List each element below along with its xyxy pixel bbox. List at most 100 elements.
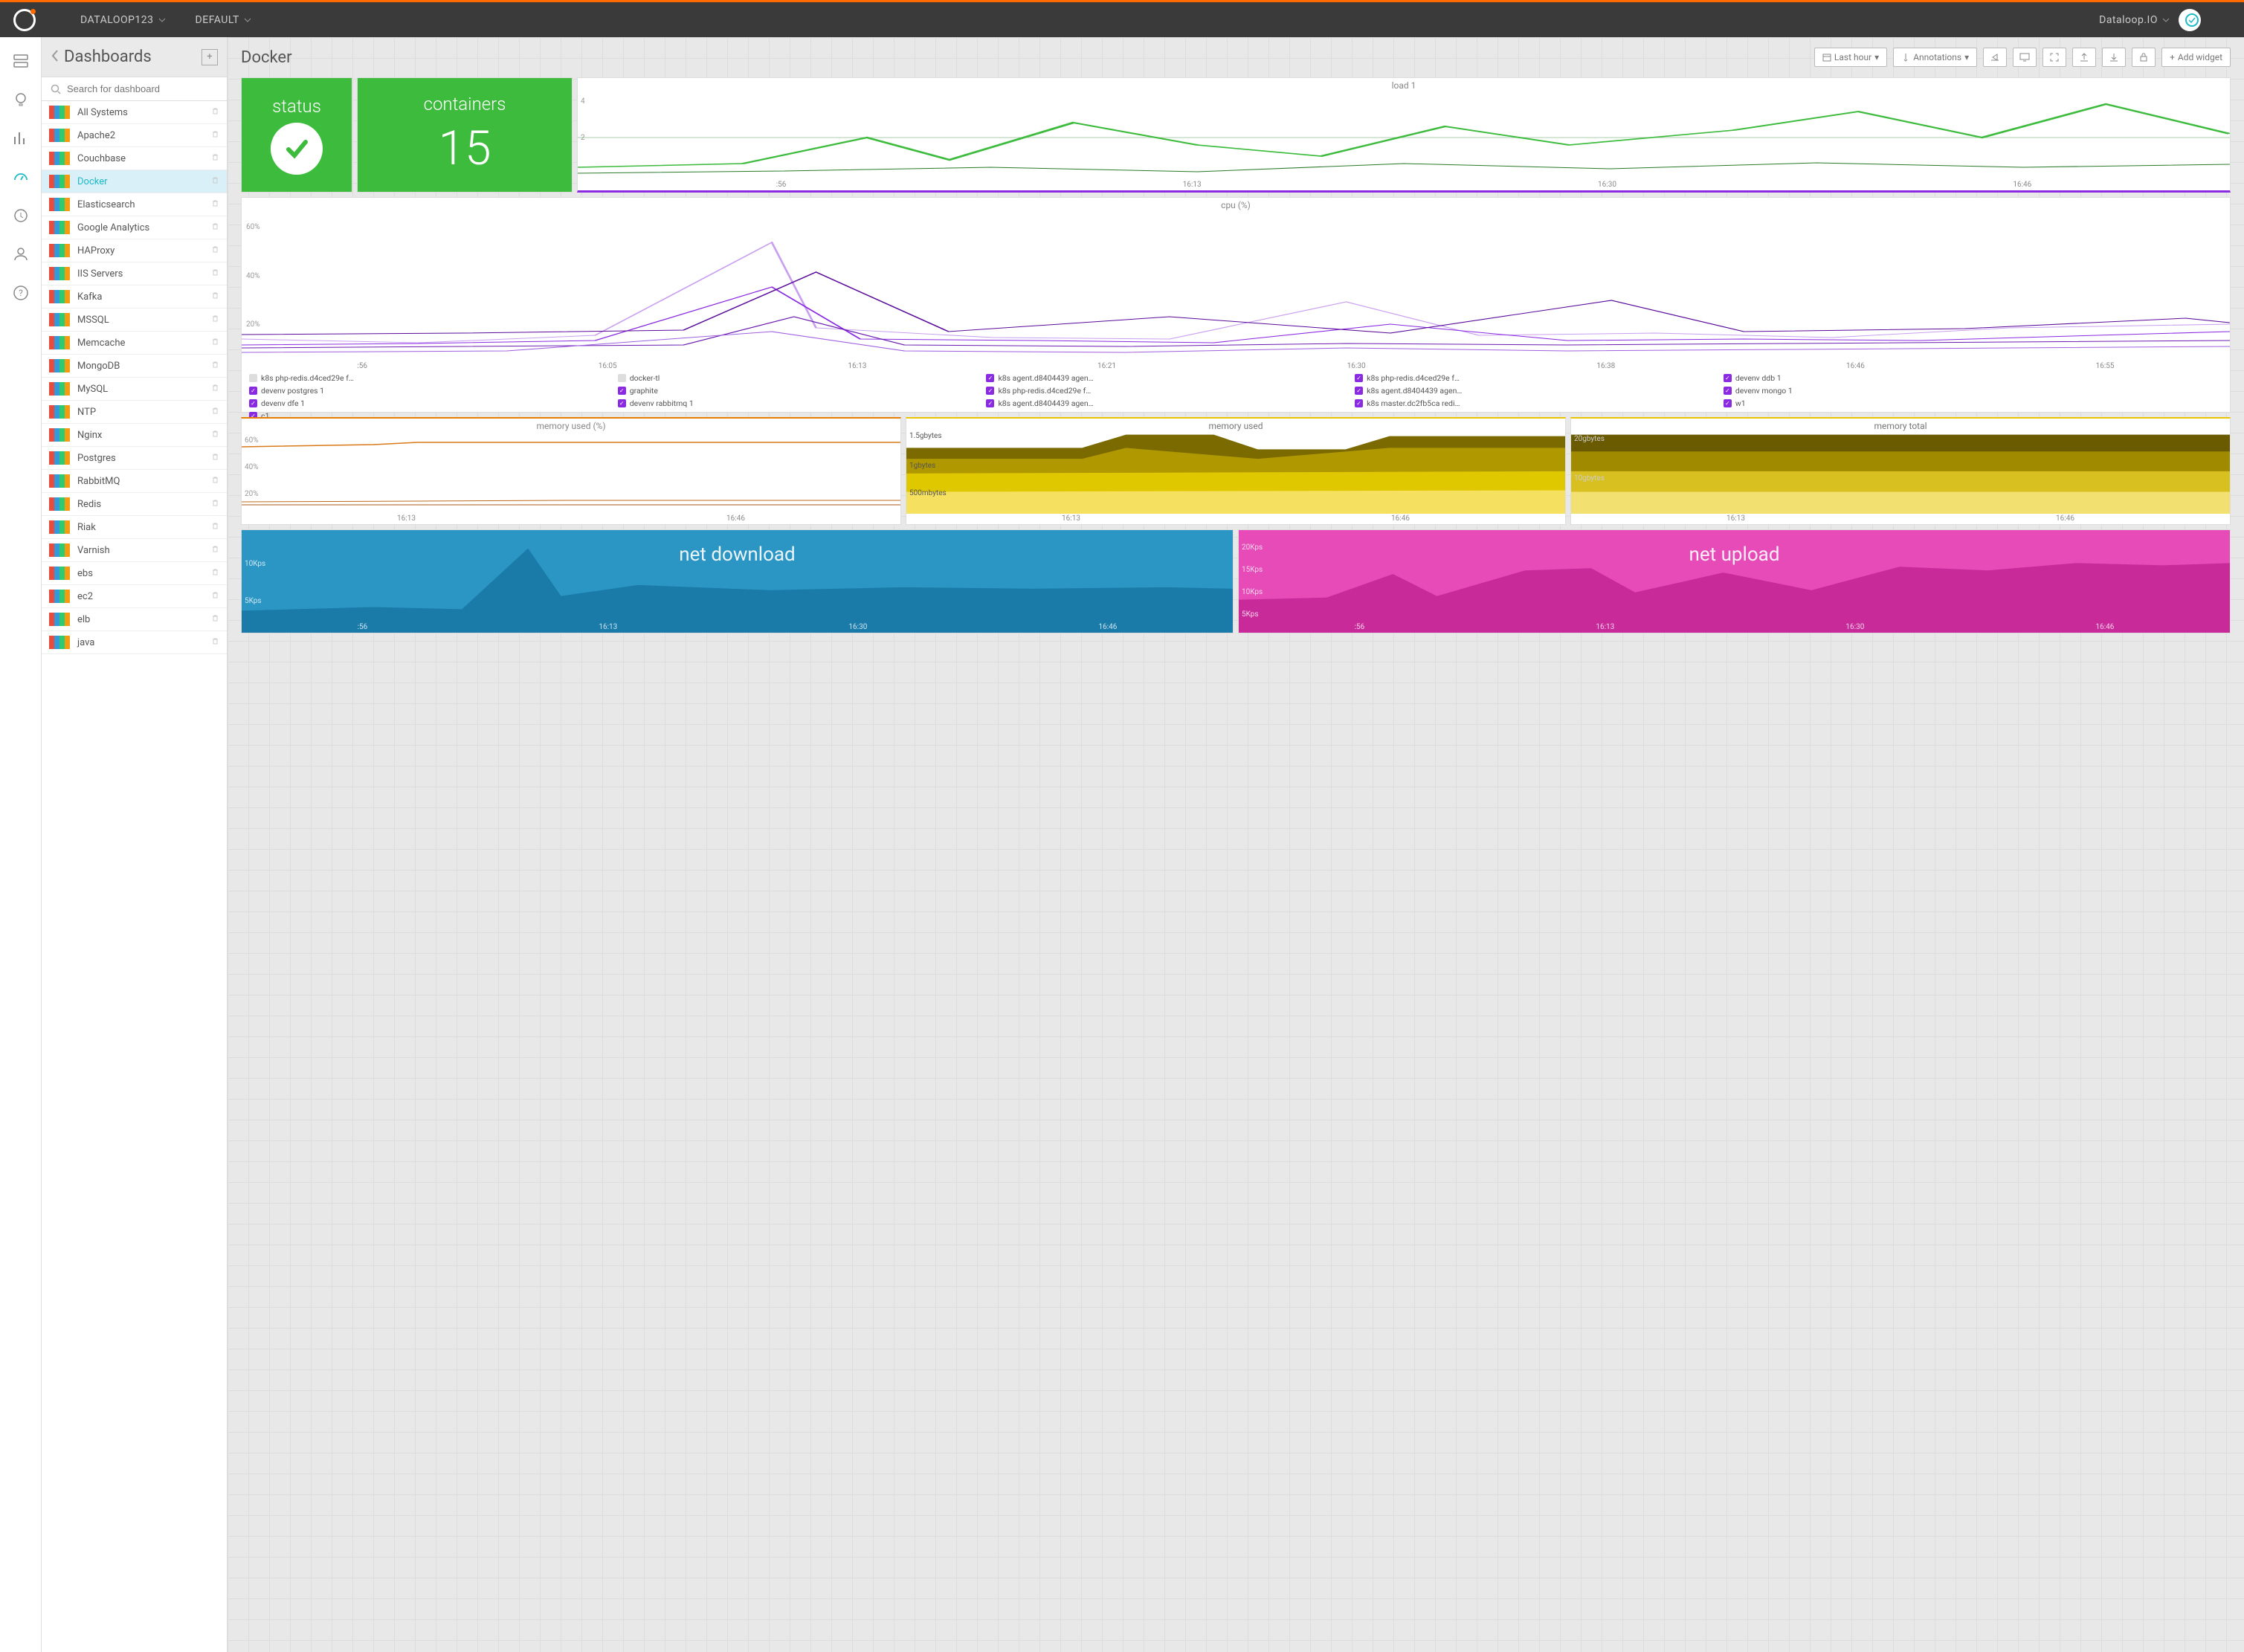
status-tile[interactable]: status <box>241 77 352 193</box>
lock-button[interactable] <box>2132 48 2156 67</box>
legend-item[interactable]: ✓devenv postgres 1 <box>249 386 604 396</box>
legend-item[interactable]: ✓k8s php-redis.d4ced29e f… <box>1355 373 1710 383</box>
add-widget-button[interactable]: +Add widget <box>2161 48 2231 67</box>
legend-item[interactable]: ✓graphite <box>618 386 973 396</box>
nav-charts-icon[interactable] <box>12 129 30 147</box>
sidebar-item[interactable]: Docker <box>42 170 227 193</box>
trash-icon[interactable] <box>211 130 219 141</box>
trash-icon[interactable] <box>211 407 219 418</box>
sidebar-item[interactable]: Postgres <box>42 447 227 470</box>
checkbox-icon: ✓ <box>1724 387 1732 395</box>
cpu-chart[interactable]: cpu (%) 60% 40% 20% :5616:0516:1316:2116… <box>241 197 2231 413</box>
sidebar-item[interactable]: Google Analytics <box>42 216 227 239</box>
sidebar-item[interactable]: IIS Servers <box>42 262 227 285</box>
trash-icon[interactable] <box>211 176 219 187</box>
memory-total-chart[interactable]: memory total 20gbytes 10gbytes 16:1316:4… <box>1570 417 2231 525</box>
trash-icon[interactable] <box>211 361 219 372</box>
legend-item[interactable]: ✓k8s agent.d8404439 agen… <box>1355 386 1710 396</box>
sidebar-item[interactable]: Couchbase <box>42 147 227 170</box>
sidebar-item[interactable]: Apache2 <box>42 124 227 147</box>
trash-icon[interactable] <box>211 499 219 510</box>
chart-title: memory used <box>906 419 1565 433</box>
search-input[interactable] <box>67 83 218 94</box>
sidebar-item[interactable]: Riak <box>42 516 227 539</box>
import-button[interactable] <box>2102 48 2126 67</box>
load-chart[interactable]: load 1 4 2 :5616:1316:3016:46 <box>577 77 2231 193</box>
net-upload-chart[interactable]: net upload 20Kps 15Kps 10Kps 5Kps :5616:… <box>1238 529 2231 633</box>
app-logo[interactable] <box>13 9 36 31</box>
trash-icon[interactable] <box>211 568 219 579</box>
trash-icon[interactable] <box>211 107 219 118</box>
trash-icon[interactable] <box>211 314 219 326</box>
timerange-dropdown[interactable]: Last hour ▾ <box>1814 48 1887 67</box>
trash-icon[interactable] <box>211 591 219 602</box>
trash-icon[interactable] <box>211 637 219 648</box>
legend-item[interactable]: ✓k8s master.dc2fb5ca redi… <box>1355 399 1710 408</box>
legend-item[interactable]: docker-tl <box>618 373 973 383</box>
trash-icon[interactable] <box>211 545 219 556</box>
sidebar-item[interactable]: elb <box>42 608 227 631</box>
trash-icon[interactable] <box>211 199 219 210</box>
sidebar-item[interactable]: NTP <box>42 401 227 424</box>
trash-icon[interactable] <box>211 222 219 233</box>
sidebar-item[interactable]: ebs <box>42 562 227 585</box>
fullscreen-button[interactable] <box>2043 48 2066 67</box>
annotations-dropdown[interactable]: Annotations ▾ <box>1893 48 1977 67</box>
sidebar-item[interactable]: MySQL <box>42 378 227 401</box>
sidebar-item[interactable]: Kafka <box>42 285 227 309</box>
net-download-chart[interactable]: net download 10Kps 5Kps :5616:1316:3016:… <box>241 529 1234 633</box>
legend-item[interactable]: ✓w1 <box>1724 399 2079 408</box>
trash-icon[interactable] <box>211 268 219 280</box>
avatar[interactable] <box>2179 9 2201 31</box>
legend-item[interactable]: ✓k8s agent.d8404439 agen… <box>986 373 1341 383</box>
legend-item[interactable]: ✓devenv mongo 1 <box>1724 386 2079 396</box>
sidebar-item[interactable]: Memcache <box>42 332 227 355</box>
nav-alerts-icon[interactable] <box>12 207 30 225</box>
sidebar-item[interactable]: Nginx <box>42 424 227 447</box>
trash-icon[interactable] <box>211 291 219 303</box>
trash-icon[interactable] <box>211 338 219 349</box>
trash-icon[interactable] <box>211 384 219 395</box>
legend-item[interactable]: ✓devenv ddb 1 <box>1724 373 2079 383</box>
legend-item[interactable]: ✓devenv rabbitmq 1 <box>618 399 973 408</box>
legend-item[interactable]: k8s php-redis.d4ced29e f… <box>249 373 604 383</box>
add-dashboard-button[interactable]: + <box>201 49 218 65</box>
export-button[interactable] <box>2072 48 2096 67</box>
user-dropdown[interactable]: Dataloop.IO <box>2099 9 2201 31</box>
legend-item[interactable]: ✓devenv dfe 1 <box>249 399 604 408</box>
trash-icon[interactable] <box>211 614 219 625</box>
sidebar-item[interactable]: Varnish <box>42 539 227 562</box>
sidebar-item[interactable]: MSSQL <box>42 309 227 332</box>
memory-used-chart[interactable]: memory used 1.5gbytes 1gbytes 500mbytes … <box>906 417 1566 525</box>
trash-icon[interactable] <box>211 430 219 441</box>
nav-servers-icon[interactable] <box>12 52 30 70</box>
nav-bulb-icon[interactable] <box>12 91 30 109</box>
containers-tile[interactable]: containers 15 <box>357 77 573 193</box>
trash-icon[interactable] <box>211 522 219 533</box>
tv-button[interactable] <box>2013 48 2037 67</box>
calendar-icon <box>1822 53 1831 62</box>
share-button[interactable] <box>1983 48 2007 67</box>
nav-dashboard-icon[interactable] <box>12 168 30 186</box>
sidebar-item[interactable]: All Systems <box>42 101 227 124</box>
org-dropdown[interactable]: DATALOOP123 <box>80 14 166 26</box>
sidebar-item[interactable]: Redis <box>42 493 227 516</box>
project-dropdown[interactable]: DEFAULT <box>196 14 251 26</box>
legend-item[interactable]: ✓k8s php-redis.d4ced29e f… <box>986 386 1341 396</box>
trash-icon[interactable] <box>211 245 219 256</box>
sidebar-item[interactable]: java <box>42 631 227 654</box>
sidebar-item[interactable]: ec2 <box>42 585 227 608</box>
nav-users-icon[interactable] <box>12 245 30 263</box>
back-icon[interactable] <box>51 49 59 65</box>
nav-help-icon[interactable]: ? <box>12 284 30 302</box>
sidebar-item[interactable]: RabbitMQ <box>42 470 227 493</box>
ytick: 20Kps <box>1242 543 1263 552</box>
trash-icon[interactable] <box>211 476 219 487</box>
trash-icon[interactable] <box>211 453 219 464</box>
sidebar-item[interactable]: Elasticsearch <box>42 193 227 216</box>
legend-item[interactable]: ✓k8s agent.d8404439 agen… <box>986 399 1341 408</box>
trash-icon[interactable] <box>211 153 219 164</box>
memory-pct-chart[interactable]: memory used (%) 60% 40% 20% 16:1316:46 <box>241 417 901 525</box>
sidebar-item[interactable]: HAProxy <box>42 239 227 262</box>
sidebar-item[interactable]: MongoDB <box>42 355 227 378</box>
